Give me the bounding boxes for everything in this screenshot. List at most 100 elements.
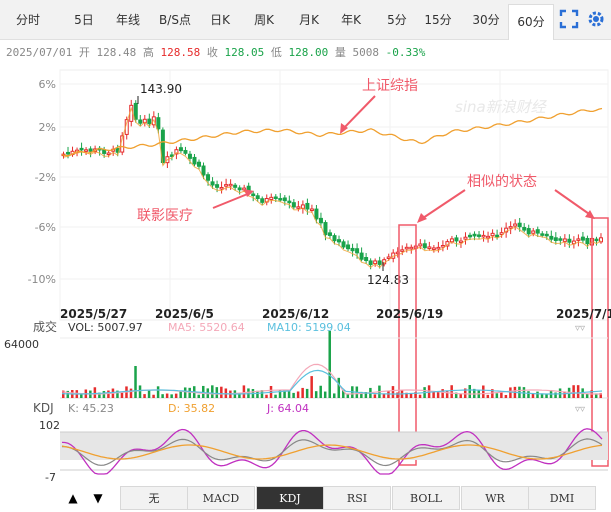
kdj-collapse-icon[interactable]: ▿▿ bbox=[575, 404, 585, 415]
candle bbox=[282, 197, 287, 202]
indicator-tab-5[interactable]: WR bbox=[461, 486, 529, 510]
stock-chart[interactable]: sina新浪财经 6% 2% -2% -6% -10% 143.90 124.83 上证… bbox=[0, 0, 611, 486]
volume-bar bbox=[576, 385, 580, 398]
candle bbox=[490, 232, 495, 237]
highlight-box-right bbox=[591, 217, 609, 467]
candle bbox=[562, 238, 567, 242]
candle bbox=[197, 161, 201, 167]
volume-bar bbox=[459, 394, 462, 398]
volume-bar bbox=[296, 391, 300, 398]
kdj-axis-bottom: -7 bbox=[45, 471, 56, 484]
scroll-up-button[interactable]: ▲ bbox=[62, 487, 84, 509]
volume-bar bbox=[346, 394, 350, 398]
candle bbox=[88, 148, 93, 152]
candle bbox=[84, 149, 89, 152]
candle bbox=[138, 119, 143, 124]
candle bbox=[323, 222, 328, 236]
candle bbox=[567, 238, 572, 243]
index-arrow bbox=[341, 95, 376, 131]
candle bbox=[522, 226, 527, 231]
volume-bar bbox=[328, 331, 331, 398]
indicator-tab-3[interactable]: RSI bbox=[323, 486, 391, 510]
candle bbox=[449, 238, 454, 243]
price-axis-label-4: -10% bbox=[28, 273, 56, 286]
candle bbox=[278, 198, 283, 201]
candle bbox=[296, 206, 301, 209]
candle bbox=[255, 195, 260, 200]
stock-arrow bbox=[212, 192, 251, 209]
candle bbox=[233, 184, 238, 188]
candle bbox=[228, 183, 233, 187]
candle bbox=[549, 235, 554, 240]
candle bbox=[580, 236, 585, 241]
volume-bar bbox=[323, 391, 327, 398]
candle bbox=[454, 237, 459, 242]
volume-bar bbox=[482, 385, 485, 398]
volume-bar bbox=[211, 385, 214, 398]
date-label-0: 2025/5/27 bbox=[60, 307, 127, 321]
candle bbox=[215, 184, 220, 188]
candle bbox=[314, 208, 319, 220]
candle bbox=[350, 247, 355, 252]
volume-bar bbox=[197, 394, 200, 398]
candle bbox=[106, 152, 111, 155]
date-label-1: 2025/6/5 bbox=[155, 307, 214, 321]
candle bbox=[436, 246, 441, 250]
date-label-4: 2025/7/1 bbox=[556, 307, 611, 321]
volume-bar bbox=[265, 394, 268, 398]
candle bbox=[183, 150, 188, 154]
indicator-tab-0[interactable]: 无 bbox=[120, 486, 188, 510]
volume-bar bbox=[527, 391, 530, 398]
volume-value: VOL: 5007.97 bbox=[68, 321, 143, 334]
volume-bar bbox=[138, 385, 142, 398]
indicator-tab-2[interactable]: KDJ bbox=[256, 486, 324, 510]
volume-bar bbox=[215, 387, 219, 398]
indicator-tab-6[interactable]: DMI bbox=[528, 486, 596, 510]
candle bbox=[431, 247, 436, 250]
volume-collapse-icon[interactable]: ▿▿ bbox=[575, 323, 585, 334]
candle bbox=[346, 244, 351, 250]
volume-bar bbox=[486, 394, 490, 398]
candle bbox=[337, 239, 342, 243]
volume-bar bbox=[545, 394, 548, 398]
scroll-down-button[interactable]: ▼ bbox=[87, 487, 109, 509]
candle bbox=[585, 237, 590, 245]
volume-bar bbox=[572, 385, 575, 398]
candle bbox=[513, 223, 518, 227]
candle bbox=[359, 252, 364, 260]
candle bbox=[192, 156, 197, 165]
candle bbox=[458, 240, 463, 244]
candle bbox=[400, 249, 405, 252]
candle bbox=[269, 196, 274, 200]
candle bbox=[373, 260, 378, 265]
volume-bar bbox=[396, 392, 399, 398]
candle bbox=[187, 153, 192, 159]
volume-bar bbox=[373, 394, 377, 398]
candle bbox=[305, 202, 310, 210]
kdj-axis-top: 102 bbox=[39, 419, 60, 432]
candle bbox=[309, 208, 314, 211]
indicator-tab-1[interactable]: MACD bbox=[187, 486, 255, 510]
volume-bar bbox=[310, 376, 313, 398]
candle bbox=[224, 184, 229, 187]
date-label-2: 2025/6/12 bbox=[262, 307, 329, 321]
volume-bar bbox=[179, 390, 182, 398]
similar-annotation: 相似的状态 bbox=[467, 174, 537, 190]
candle bbox=[219, 186, 224, 190]
candle bbox=[377, 260, 382, 265]
candle bbox=[422, 243, 427, 249]
volume-bar bbox=[174, 393, 178, 398]
candle bbox=[553, 237, 558, 242]
candle bbox=[486, 235, 491, 239]
price-axis-label-3: -6% bbox=[35, 221, 56, 234]
volume-bar bbox=[468, 385, 471, 398]
candle bbox=[206, 174, 211, 181]
candle bbox=[531, 230, 536, 234]
volume-bar bbox=[188, 387, 191, 398]
candle bbox=[535, 229, 540, 234]
candle bbox=[201, 165, 206, 176]
candle bbox=[477, 234, 482, 237]
volume-bar bbox=[134, 366, 137, 398]
indicator-tab-4[interactable]: BOLL bbox=[392, 486, 460, 510]
index-annotation: 上证综指 bbox=[362, 78, 418, 94]
